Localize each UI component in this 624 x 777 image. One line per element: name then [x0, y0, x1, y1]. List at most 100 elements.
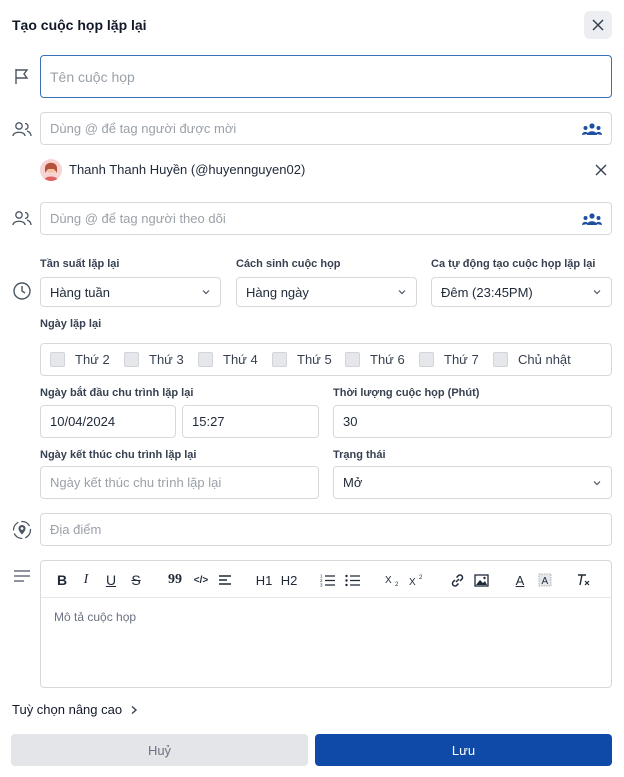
superscript-icon: X2 — [409, 575, 423, 587]
end-label: Ngày kết thúc chu trình lặp lại — [40, 449, 197, 461]
repeat-days-label: Ngày lặp lại — [40, 318, 102, 330]
align-left-icon — [219, 575, 231, 585]
align-button[interactable] — [217, 570, 233, 590]
code-button[interactable]: </> — [191, 570, 211, 590]
clear-format-icon — [578, 574, 590, 586]
image-button[interactable] — [472, 570, 490, 590]
ordered-list-button[interactable]: 123 — [319, 570, 337, 590]
checkbox[interactable] — [124, 352, 139, 367]
location-input[interactable]: Địa điểm — [40, 513, 612, 546]
subscript-button[interactable]: X2 — [383, 570, 403, 590]
subscript-icon: X2 — [385, 575, 399, 587]
chevron-down-icon — [398, 290, 406, 295]
status-select[interactable]: Mở — [333, 466, 612, 499]
save-button[interactable]: Lưu — [315, 734, 612, 766]
duration-label: Thời lượng cuộc họp (Phút) — [333, 387, 480, 399]
day-label: Thứ 7 — [444, 352, 479, 367]
day-checkbox-sun[interactable]: Chủ nhật — [493, 344, 571, 375]
invitees-input[interactable]: Dùng @ để tag người được mời — [40, 112, 612, 145]
editor-toolbar: B I U S 99 </> H1 H2 123 X2 X2 A A — [41, 561, 611, 598]
day-checkbox-sat[interactable]: Thứ 7 — [419, 344, 479, 375]
chevron-down-icon — [593, 480, 601, 485]
start-date-input[interactable]: 10/04/2024 — [40, 405, 176, 438]
superscript-button[interactable]: X2 — [407, 570, 427, 590]
meeting-name-input[interactable]: Tên cuộc họp — [40, 55, 612, 98]
auto-shift-label: Ca tự động tạo cuộc họp lặp lại — [431, 258, 596, 270]
svg-text:2: 2 — [419, 575, 423, 581]
heading2-button[interactable]: H2 — [279, 570, 299, 590]
quote-button[interactable]: 99 — [167, 570, 183, 590]
checkbox[interactable] — [198, 352, 213, 367]
followers-placeholder: Dùng @ để tag người theo dõi — [50, 211, 226, 226]
status-label: Trạng thái — [333, 449, 386, 461]
day-label: Thứ 6 — [370, 352, 405, 367]
checkbox[interactable] — [50, 352, 65, 367]
chevron-down-icon — [593, 290, 601, 295]
italic-button[interactable]: I — [78, 570, 94, 590]
start-time-value: 15:27 — [192, 414, 225, 429]
close-icon — [592, 19, 604, 31]
remove-invitee-button[interactable] — [594, 163, 608, 177]
day-label: Chủ nhật — [518, 352, 571, 367]
generation-select[interactable]: Hàng ngày — [236, 277, 417, 307]
image-icon — [473, 573, 489, 587]
advanced-options-toggle[interactable]: Tuỳ chọn nâng cao — [12, 702, 138, 717]
flag-icon — [11, 65, 33, 87]
highlight-button[interactable]: A — [536, 570, 554, 590]
status-value: Mở — [343, 475, 363, 490]
end-date-input[interactable]: Ngày kết thúc chu trình lặp lại — [40, 466, 319, 499]
advanced-options-label: Tuỳ chọn nâng cao — [12, 702, 123, 717]
checkbox[interactable] — [272, 352, 287, 367]
day-checkbox-tue[interactable]: Thứ 3 — [124, 344, 184, 375]
followers-icon — [11, 207, 33, 229]
heading1-button[interactable]: H1 — [254, 570, 274, 590]
day-checkbox-fri[interactable]: Thứ 6 — [345, 344, 405, 375]
day-checkbox-mon[interactable]: Thứ 2 — [50, 344, 110, 375]
close-icon — [595, 164, 607, 176]
svg-text:X: X — [409, 577, 416, 587]
bullet-list-button[interactable] — [344, 570, 362, 590]
checkbox[interactable] — [493, 352, 508, 367]
clear-format-button[interactable] — [574, 570, 592, 590]
ordered-list-icon: 123 — [320, 574, 335, 588]
link-button[interactable] — [448, 570, 466, 590]
start-time-input[interactable]: 15:27 — [182, 405, 319, 438]
duration-input[interactable]: 30 — [333, 405, 612, 438]
frequency-value: Hàng tuần — [50, 284, 110, 300]
day-label: Thứ 3 — [149, 352, 184, 367]
strikethrough-button[interactable]: S — [128, 570, 144, 590]
underline-button[interactable]: U — [103, 570, 119, 590]
cancel-button[interactable]: Huỷ — [11, 734, 308, 766]
description-icon — [11, 565, 33, 587]
close-dialog-button[interactable] — [584, 11, 612, 39]
day-checkbox-wed[interactable]: Thứ 4 — [198, 344, 258, 375]
dialog-title: Tạo cuộc họp lặp lại — [12, 17, 147, 33]
day-label: Thứ 4 — [223, 352, 258, 367]
checkbox[interactable] — [419, 352, 434, 367]
checkbox[interactable] — [345, 352, 360, 367]
followers-input[interactable]: Dùng @ để tag người theo dõi — [40, 202, 612, 235]
meeting-name-placeholder: Tên cuộc họp — [50, 68, 135, 85]
chevron-right-icon — [131, 705, 138, 714]
svg-text:X: X — [385, 575, 392, 586]
description-placeholder: Mô tả cuộc họp — [54, 610, 137, 624]
start-date-value: 10/04/2024 — [50, 414, 116, 429]
location-placeholder: Địa điểm — [50, 522, 102, 537]
frequency-select[interactable]: Hàng tuần — [40, 277, 221, 307]
bold-button[interactable]: B — [54, 570, 70, 590]
highlight-icon: A — [538, 573, 552, 587]
generation-value: Hàng ngày — [246, 284, 309, 300]
description-editor[interactable]: B I U S 99 </> H1 H2 123 X2 X2 A A Mô tả… — [40, 560, 612, 688]
day-checkbox-thu[interactable]: Thứ 5 — [272, 344, 332, 375]
frequency-label: Tần suất lặp lại — [40, 258, 120, 270]
group-tag-icon[interactable] — [581, 121, 603, 137]
day-label: Thứ 5 — [297, 352, 332, 367]
duration-value: 30 — [343, 414, 358, 429]
group-tag-icon[interactable] — [581, 211, 603, 227]
auto-shift-select[interactable]: Đêm (23:45PM) — [431, 277, 612, 307]
text-color-button[interactable]: A — [511, 570, 529, 590]
link-icon — [451, 573, 463, 587]
day-label: Thứ 2 — [75, 352, 110, 367]
location-icon — [11, 519, 33, 541]
svg-text:3: 3 — [320, 583, 323, 588]
